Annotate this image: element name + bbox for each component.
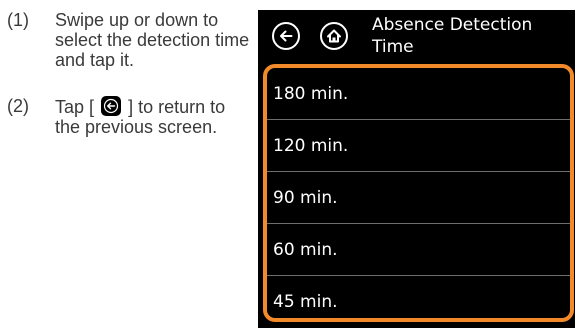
step-number: (1) [7,10,29,30]
back-arrow-icon [280,30,293,42]
list-item[interactable]: 45 min. [267,276,570,318]
step-text: Tap [ ] to return to the previous screen… [55,96,255,137]
back-arrow-icon [101,96,122,116]
list-item[interactable]: 60 min. [267,224,570,276]
back-button[interactable] [272,22,300,50]
list-item[interactable]: 120 min. [267,120,570,172]
step-text: Swipe up or down to select the detection… [55,10,250,70]
home-icon [327,29,341,43]
page-title: Absence Detection Time [372,15,533,57]
step-number: (2) [7,96,29,116]
screen-header: Absence Detection Time [258,10,575,62]
list-item[interactable]: 180 min. [267,68,570,120]
detection-time-list[interactable]: 180 min. 120 min. 90 min. 60 min. 45 min. [263,64,574,322]
device-screen: Absence Detection Time 180 min. 120 min. 9… [258,10,575,328]
list-item[interactable]: 90 min. [267,172,570,224]
home-button[interactable] [320,22,348,50]
step-text-before: Tap [ [55,97,95,117]
